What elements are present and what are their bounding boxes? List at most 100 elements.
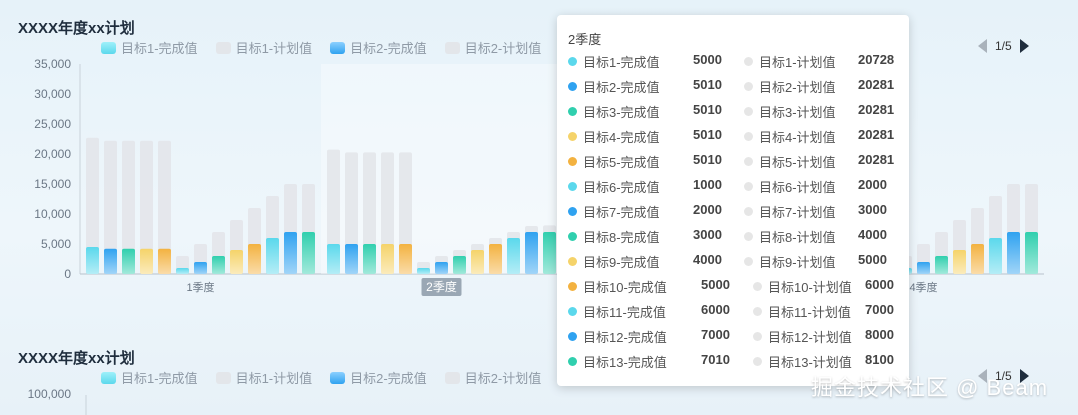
- tooltip-done-name: 目标2-完成值: [583, 79, 660, 95]
- tooltip-row: 目标12-完成值 7000 目标12-计划值 8000: [568, 326, 908, 346]
- tooltip-plan-value: 20728: [858, 52, 895, 67]
- chart-legend: 目标1-完成值 目标1-计划值 目标2-完成值 目标2-计划值: [101, 38, 559, 57]
- tooltip-row: 目标13-完成值 7010 目标13-计划值 8100: [568, 351, 908, 371]
- tooltip-plan-item: 目标12-计划值: [753, 326, 852, 346]
- tooltip-row: 目标3-完成值 5010 目标3-计划值 20281: [568, 101, 908, 121]
- chart-tooltip: 2季度 目标1-完成值 5000 目标1-计划值 20728 目标2-完成值 5010 目标…: [557, 15, 909, 386]
- series-dot-icon: [753, 331, 762, 341]
- tooltip-done-item: 目标12-完成值: [568, 326, 667, 346]
- tooltip-done-item: 目标8-完成值: [568, 226, 660, 246]
- tooltip-done-item: 目标6-完成值: [568, 176, 660, 196]
- tooltip-done-name: 目标10-完成值: [583, 279, 667, 295]
- series-dot-icon: [568, 106, 577, 116]
- series-dot-icon: [744, 156, 753, 166]
- prev-page-icon[interactable]: [978, 39, 987, 53]
- legend-item-plan-1[interactable]: 目标1-计划值: [215, 38, 312, 57]
- legend-label: 目标2-计划值: [464, 371, 542, 386]
- tooltip-done-name: 目标4-完成值: [583, 129, 660, 145]
- tooltip-done-name: 目标7-完成值: [583, 204, 660, 220]
- tooltip-plan-value: 20281: [858, 127, 895, 142]
- tooltip-done-name: 目标9-完成值: [583, 254, 660, 270]
- tooltip-plan-name: 目标3-计划值: [759, 104, 836, 120]
- chart-panel-1: XXXX年度xx计划 目标1-完成值 目标1-计划值 目标2-完成值 目标2-计…: [0, 0, 1078, 300]
- next-page-icon[interactable]: [1019, 39, 1029, 53]
- tooltip-done-value: 6000: [701, 302, 730, 317]
- tooltip-plan-value: 20281: [858, 77, 895, 92]
- tooltip-done-value: 7000: [701, 327, 730, 342]
- tooltip-plan-name: 目标8-计划值: [759, 229, 836, 245]
- tooltip-plan-item: 目标4-计划值: [744, 126, 836, 146]
- tooltip-row: 目标8-完成值 3000 目标8-计划值 4000: [568, 226, 908, 246]
- tooltip-done-name: 目标1-完成值: [583, 54, 660, 70]
- legend-item-done-2[interactable]: 目标2-完成值: [330, 38, 427, 57]
- tooltip-plan-value: 20281: [858, 102, 895, 117]
- tooltip-done-value: 5000: [693, 52, 722, 67]
- tooltip-row: 目标5-完成值 5010 目标5-计划值 20281: [568, 151, 908, 171]
- tooltip-plan-name: 目标6-计划值: [759, 179, 836, 195]
- legend-swatch: [215, 371, 231, 384]
- chart-title: XXXX年度xx计划: [18, 20, 135, 37]
- legend-swatch: [330, 371, 346, 384]
- tooltip-plan-value: 2000: [858, 177, 887, 192]
- series-dot-icon: [753, 356, 762, 366]
- legend-swatch: [101, 371, 116, 384]
- tooltip-done-name: 目标12-完成值: [583, 329, 667, 345]
- pager-label: 1/5: [995, 39, 1012, 53]
- tooltip-row: 目标11-完成值 6000 目标11-计划值 7000: [568, 301, 908, 321]
- tooltip-done-value: 1000: [693, 177, 722, 192]
- tooltip-done-value: 3000: [693, 227, 722, 242]
- tooltip-plan-name: 目标2-计划值: [759, 79, 836, 95]
- tooltip-plan-name: 目标7-计划值: [759, 204, 836, 220]
- tooltip-plan-item: 目标3-计划值: [744, 101, 836, 121]
- tooltip-plan-item: 目标11-计划值: [753, 301, 851, 321]
- legend-label: 目标1-完成值: [121, 371, 198, 386]
- tooltip-plan-item: 目标2-计划值: [744, 76, 836, 96]
- tooltip-plan-item: 目标6-计划值: [744, 176, 836, 196]
- tooltip-row: 目标10-完成值 5000 目标10-计划值 6000: [568, 276, 908, 296]
- tooltip-plan-name: 目标12-计划值: [768, 329, 852, 345]
- tooltip-done-name: 目标5-完成值: [583, 154, 660, 170]
- legend-item-done-1[interactable]: 目标1-完成值: [101, 38, 198, 57]
- legend-swatch: [444, 371, 460, 384]
- tooltip-done-item: 目标13-完成值: [568, 351, 667, 371]
- legend-label: 目标1-完成值: [121, 41, 198, 56]
- legend-swatch: [444, 41, 460, 54]
- tooltip-done-item: 目标1-完成值: [568, 51, 660, 71]
- tooltip-row: 目标9-完成值 4000 目标9-计划值 5000: [568, 251, 908, 271]
- chart-legend: 目标1-完成值 目标1-计划值 目标2-完成值 目标2-计划值: [101, 368, 559, 387]
- tooltip-done-name: 目标13-完成值: [583, 354, 667, 370]
- tooltip-row: 目标2-完成值 5010 目标2-计划值 20281: [568, 76, 908, 96]
- series-dot-icon: [744, 206, 753, 216]
- tooltip-done-item: 目标3-完成值: [568, 101, 660, 121]
- series-dot-icon: [744, 81, 753, 91]
- tooltip-plan-name: 目标10-计划值: [768, 279, 852, 295]
- legend-item-done-2[interactable]: 目标2-完成值: [330, 368, 427, 387]
- legend-item-plan-2[interactable]: 目标2-计划值: [444, 38, 541, 57]
- tooltip-plan-name: 目标13-计划值: [768, 354, 852, 370]
- tooltip-plan-item: 目标10-计划值: [753, 276, 852, 296]
- tooltip-done-value: 2000: [693, 202, 722, 217]
- legend-label: 目标1-计划值: [235, 371, 313, 386]
- legend-item-done-1[interactable]: 目标1-完成值: [101, 368, 198, 387]
- legend-pager: 1/5: [978, 39, 1029, 53]
- tooltip-done-value: 5010: [693, 127, 722, 142]
- tooltip-row: 目标7-完成值 2000 目标7-计划值 3000: [568, 201, 908, 221]
- tooltip-row: 目标6-完成值 1000 目标6-计划值 2000: [568, 176, 908, 196]
- series-dot-icon: [568, 231, 577, 241]
- legend-item-plan-1[interactable]: 目标1-计划值: [215, 368, 313, 387]
- legend-item-plan-2[interactable]: 目标2-计划值: [444, 368, 542, 387]
- series-dot-icon: [568, 56, 577, 66]
- series-dot-icon: [753, 306, 762, 316]
- tooltip-done-item: 目标7-完成值: [568, 201, 660, 221]
- tooltip-done-name: 目标11-完成值: [583, 304, 666, 320]
- series-dot-icon: [568, 281, 577, 291]
- tooltip-row: 目标4-完成值 5010 目标4-计划值 20281: [568, 126, 908, 146]
- series-dot-icon: [744, 56, 753, 66]
- series-dot-icon: [568, 131, 577, 141]
- tooltip-done-value: 5010: [693, 102, 722, 117]
- tooltip-done-name: 目标6-完成值: [583, 179, 660, 195]
- series-dot-icon: [744, 181, 753, 191]
- series-dot-icon: [744, 131, 753, 141]
- series-dot-icon: [568, 181, 577, 191]
- tooltip-done-value: 7010: [701, 352, 730, 367]
